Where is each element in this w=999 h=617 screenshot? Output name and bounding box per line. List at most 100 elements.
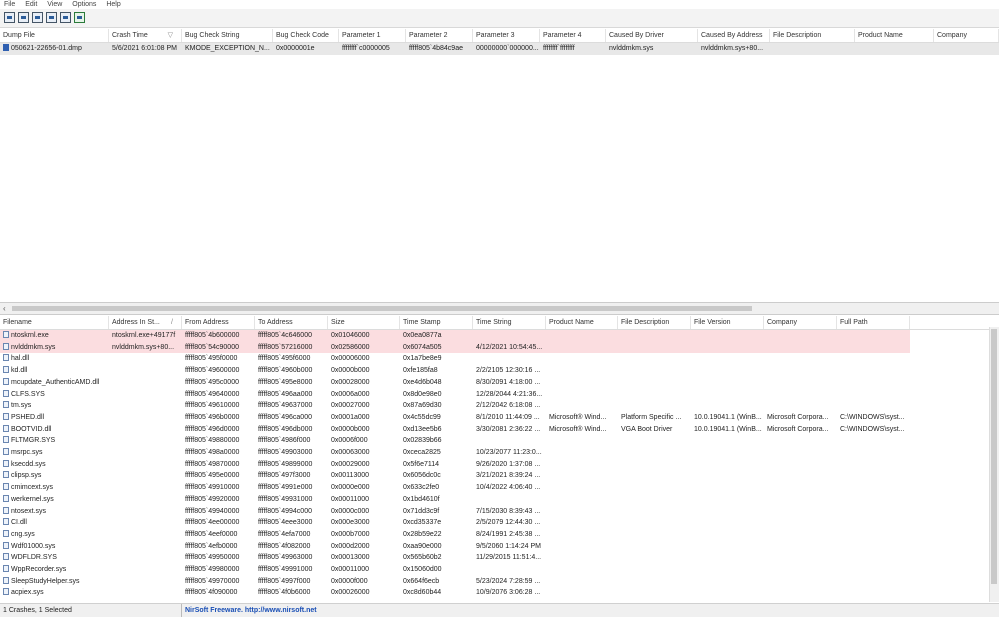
column-header[interactable]: Bug Check Code <box>273 29 339 42</box>
driver-file-icon <box>3 471 9 479</box>
nirsoft-link[interactable]: NirSoft Freeware. http://www.nirsoft.net <box>182 604 317 617</box>
column-header[interactable]: To Address <box>255 316 328 329</box>
table-row[interactable]: werkernel.sys fffff805`49920000 fffff805`4… <box>0 494 910 506</box>
menu-edit[interactable]: Edit <box>25 0 37 9</box>
table-row[interactable]: acpiex.sys fffff805`4f090000 fffff805`4f0b… <box>0 587 910 599</box>
table-cell: 0x00063000 <box>331 449 370 456</box>
column-header[interactable]: Parameter 1 <box>339 29 406 42</box>
column-header[interactable]: Company <box>934 29 999 42</box>
table-cell: PSHED.dll <box>0 412 109 424</box>
table-cell: ffffffff`c0000005 <box>342 45 390 52</box>
table-cell: fffff805`54c90000 <box>185 343 239 351</box>
scrollbar-thumb[interactable] <box>12 306 752 311</box>
exit-icon[interactable] <box>74 12 85 23</box>
column-header[interactable]: Dump File <box>0 29 109 42</box>
table-cell: fffff805`49991000 <box>258 566 313 573</box>
properties-icon[interactable] <box>18 12 29 23</box>
table-row[interactable]: PSHED.dll fffff805`496b0000 fffff805`496ca… <box>0 412 910 424</box>
table-row[interactable]: msrpc.sys fffff805`498a0000 fffff805`49903… <box>0 447 910 459</box>
column-header[interactable]: Caused By Driver <box>606 29 698 42</box>
driver-file-icon <box>3 424 9 432</box>
table-cell: 0xc8d60b44 <box>403 589 442 597</box>
column-header[interactable]: File Description <box>770 29 855 42</box>
table-cell: 0x633c2fe0 <box>403 484 440 492</box>
column-header[interactable]: Parameter 2 <box>406 29 473 42</box>
vertical-scrollbar[interactable] <box>989 327 999 602</box>
status-bar: 1 Crashes, 1 Selected NirSoft Freeware. … <box>0 603 999 617</box>
column-header[interactable]: File Version <box>691 316 764 329</box>
table-cell: 0x01046000 <box>331 332 370 339</box>
scroll-left-icon[interactable]: ‹ <box>3 304 6 313</box>
table-row[interactable]: hal.dll fffff805`495f0000 fffff805`495f600… <box>0 353 910 365</box>
toolbar <box>0 9 999 28</box>
table-cell: fffff805`496d0000 <box>185 425 240 433</box>
dump-file-icon <box>3 44 9 51</box>
menu-help[interactable]: Help <box>106 0 120 9</box>
table-row[interactable]: clipsp.sys fffff805`495e0000 fffff805`497f… <box>0 470 910 482</box>
table-cell: 0x0000f000 <box>331 577 368 585</box>
table-row[interactable]: ntosext.sys fffff805`49940000 fffff805`499… <box>0 506 910 518</box>
column-header[interactable]: Company <box>764 316 837 329</box>
table-row[interactable]: CI.dll fffff805`4ee00000 fffff805`4eee3000… <box>0 517 910 529</box>
column-header[interactable]: Product Name <box>855 29 934 42</box>
table-row[interactable]: CLFS.SYS fffff805`49640000 fffff805`496aa0… <box>0 389 910 401</box>
column-header[interactable]: Crash Time ▽ <box>109 29 182 42</box>
table-cell: fffff805`49920000 <box>185 495 240 503</box>
save-icon[interactable] <box>4 12 15 23</box>
table-cell: 0x565b60b2 <box>403 554 442 562</box>
table-cell: 0x00027000 <box>331 402 370 410</box>
table-row[interactable]: tm.sys fffff805`49610000 fffff805`49637000… <box>0 400 910 412</box>
table-cell: 0x0000e000 <box>331 484 370 492</box>
column-header[interactable]: From Address <box>182 316 255 329</box>
menu-options[interactable]: Options <box>72 0 96 9</box>
table-cell: 0x00011000 <box>331 495 370 503</box>
table-cell: 0x6056dc0c <box>403 472 441 480</box>
table-row[interactable]: ntoskrnl.exe ntoskrnl.exe+49177f fffff805`… <box>0 330 910 342</box>
scrollbar-thumb[interactable] <box>991 329 997 584</box>
column-header[interactable]: Time String <box>473 316 546 329</box>
table-row[interactable]: FLTMGR.SYS fffff805`49880000 fffff805`4986… <box>0 435 910 447</box>
table-cell: nvlddmkm.sys+80... <box>701 45 764 52</box>
column-header[interactable]: Time Stamp <box>400 316 473 329</box>
horizontal-scrollbar[interactable]: ‹ <box>0 302 999 315</box>
column-header[interactable]: Caused By Address <box>698 29 770 42</box>
column-header[interactable]: Bug Check String <box>182 29 273 42</box>
table-cell: 0x0000b000 <box>331 367 370 375</box>
table-row[interactable]: SleepStudyHelper.sys fffff805`49970000 fff… <box>0 576 910 588</box>
table-cell: fffff805`498a0000 <box>185 449 240 456</box>
table-cell: Microsoft® Wind... <box>549 425 607 433</box>
table-cell: VGA Boot Driver <box>621 425 673 433</box>
table-row[interactable]: Wdf01000.sys fffff805`4efb0000 fffff805`4f… <box>0 541 910 553</box>
column-header[interactable]: Product Name <box>546 316 618 329</box>
column-header[interactable]: Parameter 4 <box>540 29 606 42</box>
table-row[interactable]: kd.dll fffff805`49600000 fffff805`4960b000… <box>0 365 910 377</box>
table-row[interactable]: mcupdate_AuthenticAMD.dll fffff805`495c00… <box>0 377 910 389</box>
copy-icon[interactable] <box>46 12 57 23</box>
menu-view[interactable]: View <box>47 0 62 9</box>
folder-icon[interactable] <box>60 12 71 23</box>
column-header[interactable]: Parameter 3 <box>473 29 540 42</box>
table-row[interactable]: nvlddmkm.sys nvlddmkm.sys+80... fffff805`5… <box>0 341 910 354</box>
menu-file[interactable]: File <box>4 0 15 9</box>
column-header[interactable]: Size <box>328 316 400 329</box>
table-row[interactable]: WDFLDR.SYS fffff805`49950000 fffff805`4996… <box>0 552 910 564</box>
table-cell: 7/15/2030 8:39:43 ... <box>476 507 541 515</box>
column-header[interactable]: File Description <box>618 316 691 329</box>
table-cell: Microsoft Corpora... <box>767 425 829 433</box>
sort-indicator-icon: ▽ <box>167 32 173 39</box>
table-row[interactable]: cmimcext.sys fffff805`49910000 fffff805`49… <box>0 482 910 494</box>
table-row[interactable]: 050621-22656-01.dmp 5/6/2021 6:01:08 PM KM… <box>0 43 999 55</box>
table-cell: fffff805`4eee3000 <box>258 519 313 527</box>
table-row[interactable]: WppRecorder.sys fffff805`49980000 fffff805… <box>0 564 910 576</box>
refresh-icon[interactable] <box>32 12 43 23</box>
table-row[interactable]: ksecdd.sys fffff805`49870000 fffff805`4989… <box>0 459 910 471</box>
table-cell: 3/30/2081 2:36:22 ... <box>476 425 541 433</box>
table-row[interactable]: BOOTVID.dll fffff805`496d0000 fffff805`496… <box>0 424 910 436</box>
menu-bar: File Edit View Options Help <box>0 0 999 9</box>
table-row[interactable]: cng.sys fffff805`4eef0000 fffff805`4efa700… <box>0 529 910 541</box>
table-cell: fffff805`496db000 <box>258 425 313 433</box>
column-header[interactable]: Filename <box>0 316 109 329</box>
driver-file-icon <box>3 401 9 409</box>
column-header[interactable]: Address In St... / <box>109 316 182 329</box>
column-header[interactable]: Full Path <box>837 316 910 329</box>
